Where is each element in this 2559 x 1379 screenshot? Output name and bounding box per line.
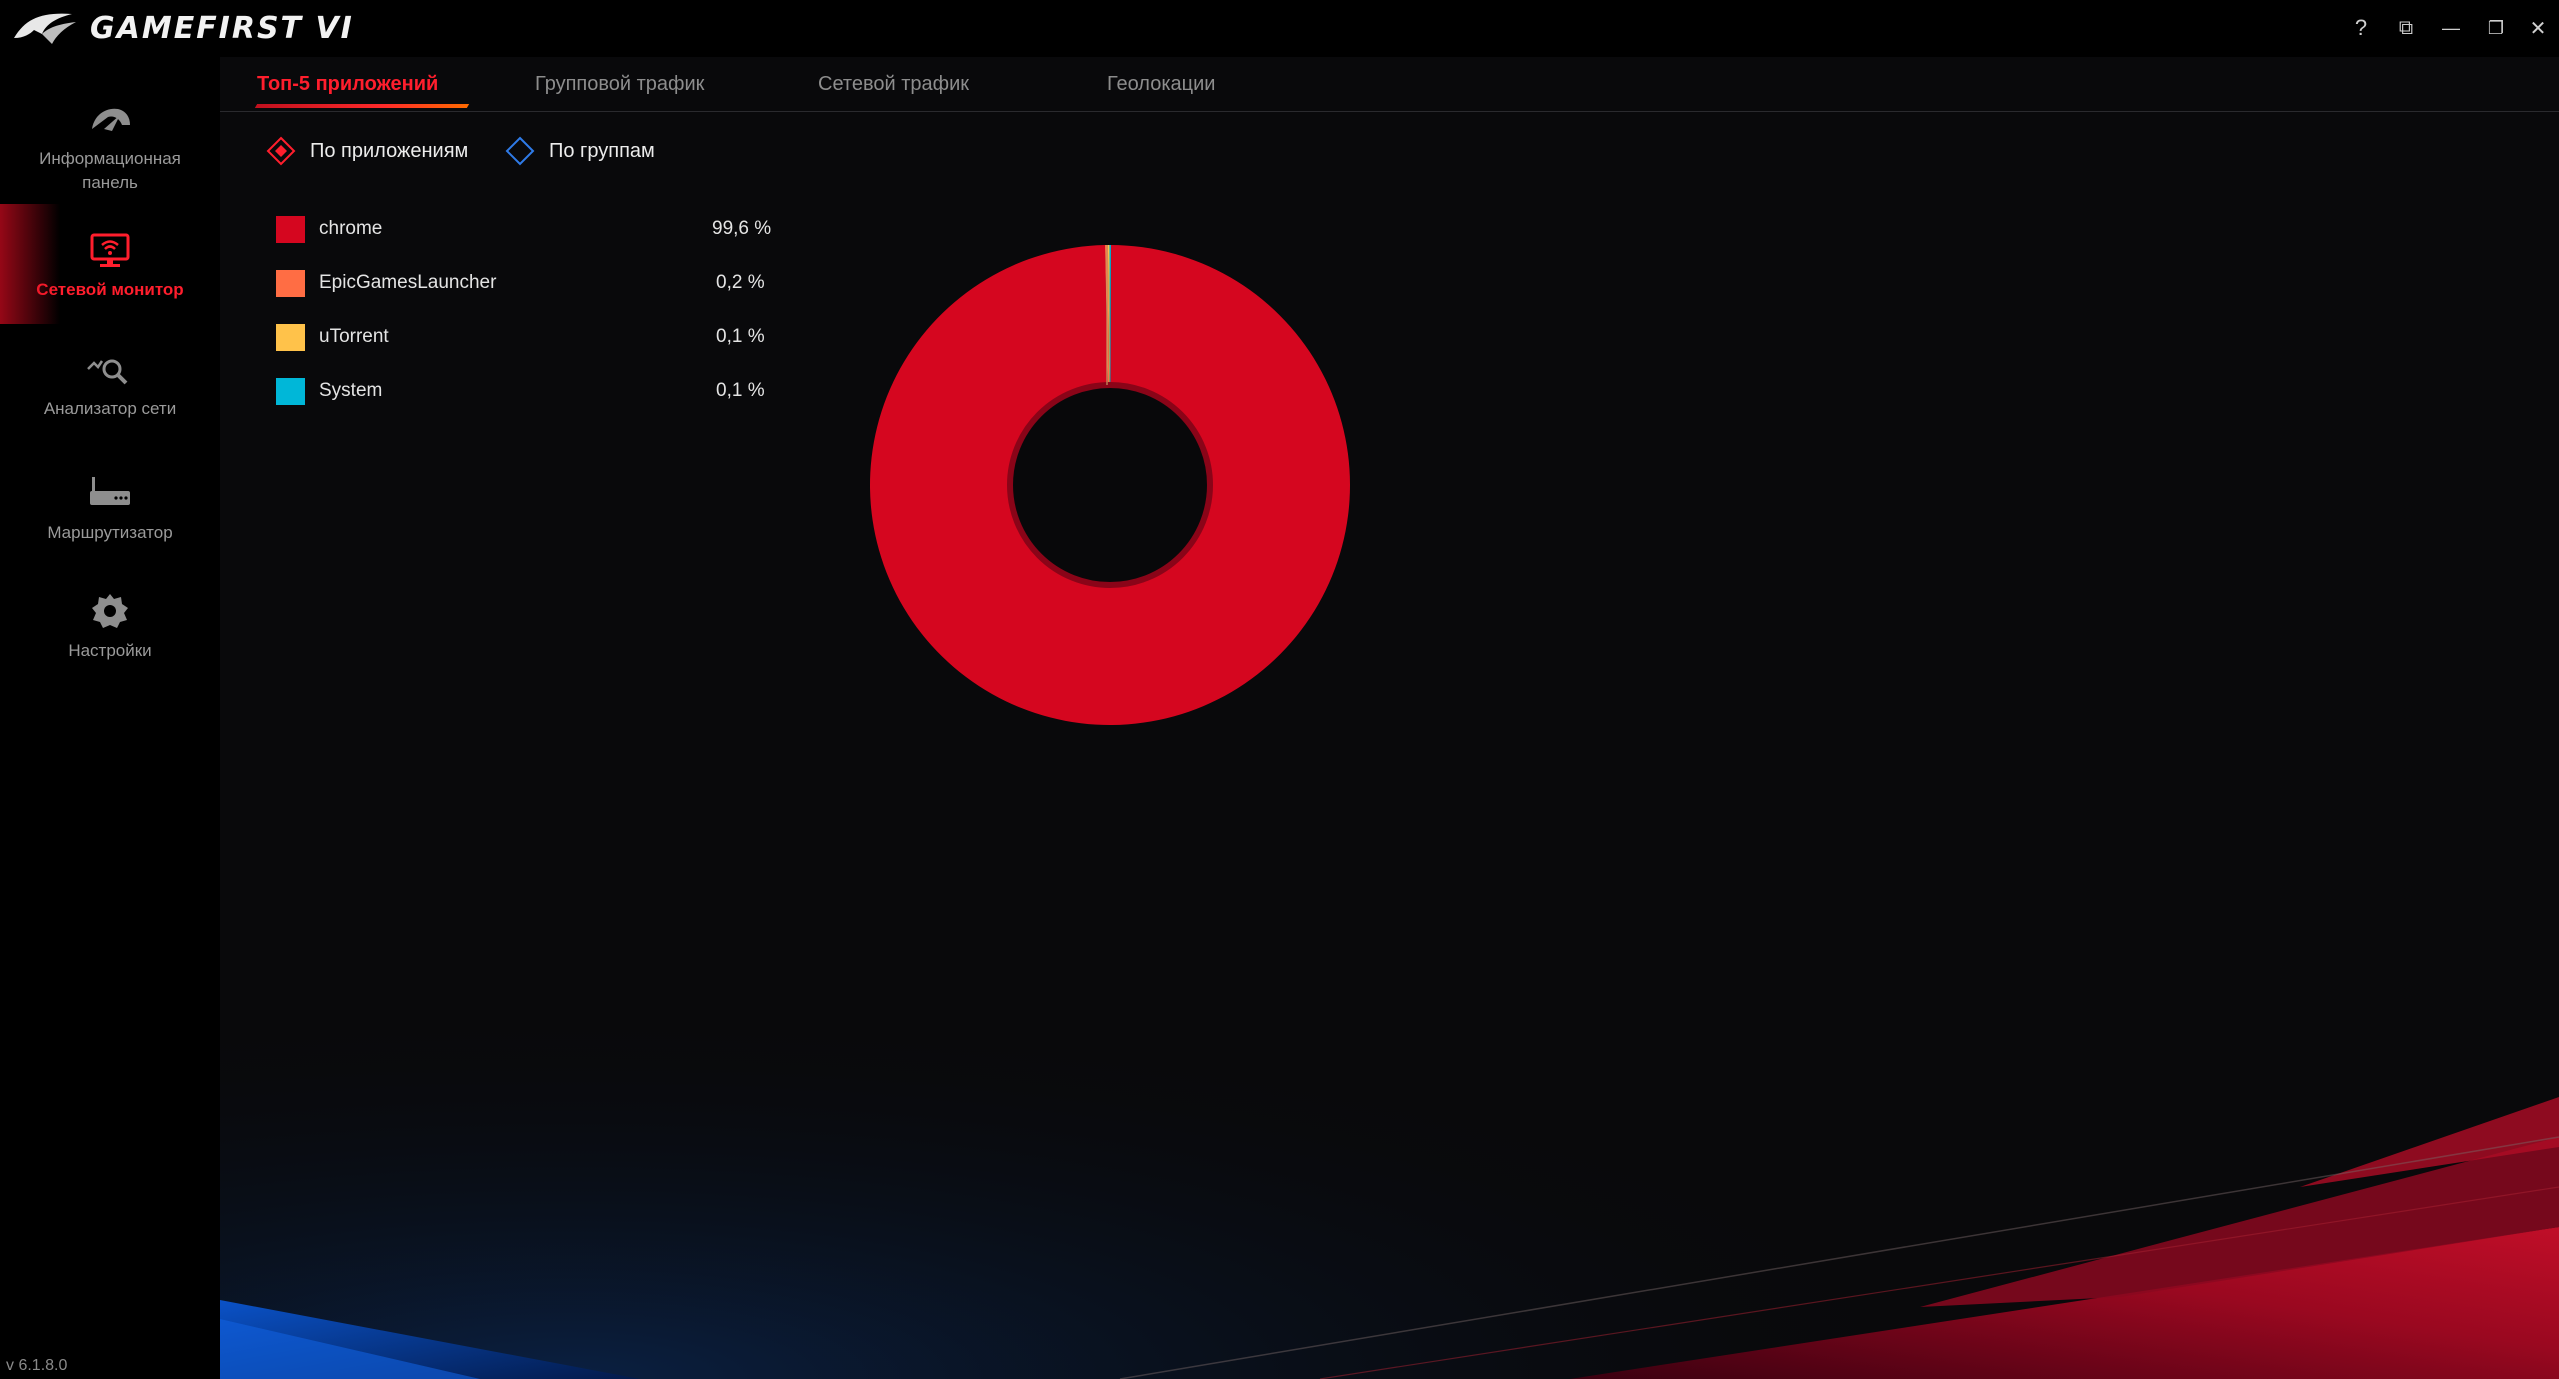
legend-item-epicgameslauncher: EpicGamesLauncher 0,2 %	[276, 268, 765, 298]
legend-swatch	[276, 269, 305, 297]
donut-hole	[1007, 382, 1213, 588]
legend-item-system: System 0,1 %	[276, 376, 765, 406]
sidebar-item-router[interactable]: Маршрутизатор	[0, 473, 220, 545]
diamond-radio-unselected-icon	[505, 136, 535, 166]
router-icon	[90, 477, 130, 505]
app-logo: GAMEFIRST VI	[12, 6, 354, 50]
legend-percent: 99,6 %	[712, 218, 772, 239]
tab-network-traffic[interactable]: Сетевой трафик	[818, 73, 969, 96]
version-label: v 6.1.8.0	[6, 1357, 68, 1374]
rog-logo-icon	[14, 13, 76, 44]
title-bar: GAMEFIRST VI ? ⧉ — ❐ ✕	[0, 0, 2559, 57]
app-title: GAMEFIRST VI	[90, 10, 354, 46]
legend-percent: 0,1 %	[716, 326, 765, 347]
display-mode-button[interactable]: ⧉	[2388, 10, 2424, 46]
restore-button[interactable]: ❐	[2478, 10, 2514, 46]
tab-group-traffic[interactable]: Групповой трафик	[535, 73, 704, 96]
sidebar-item-label: Маршрутизатор	[47, 523, 173, 542]
legend-app-name: System	[319, 380, 383, 401]
sidebar-item-label: Анализатор сети	[43, 399, 177, 418]
legend-swatch	[276, 377, 305, 405]
legend-app-name: chrome	[319, 218, 383, 239]
main-content: Топ-5 приложений Групповой трафик Сетево…	[220, 57, 2559, 1379]
close-button[interactable]: ✕	[2520, 10, 2556, 46]
speedometer-icon	[92, 108, 130, 131]
network-monitor-icon	[90, 233, 130, 267]
legend-percent: 0,2 %	[716, 272, 765, 293]
legend-swatch	[276, 215, 305, 243]
sidebar-item-network-monitor[interactable]: Сетевой монитор	[0, 204, 220, 324]
radio-label: По приложениям	[310, 139, 469, 162]
legend-app-name: EpicGamesLauncher	[319, 272, 497, 293]
sidebar-item-network-analyzer[interactable]: Анализатор сети	[0, 353, 220, 421]
active-tab-indicator	[254, 104, 470, 108]
traffic-donut-chart	[870, 245, 1350, 725]
sidebar: Информационная панель Сетевой монитор Ан…	[0, 57, 220, 1379]
legend-item-chrome: chrome 99,6 %	[276, 214, 771, 244]
network-analyzer-icon	[87, 359, 128, 385]
radio-by-groups[interactable]: По группам	[505, 136, 655, 166]
sidebar-item-settings[interactable]: Настройки	[0, 591, 220, 663]
legend-app-name: uTorrent	[319, 326, 389, 347]
radio-label: По группам	[549, 139, 655, 162]
diamond-radio-selected-icon	[266, 136, 296, 166]
legend-percent: 0,1 %	[716, 380, 765, 401]
sidebar-item-label: Сетевой монитор	[36, 280, 184, 299]
minimize-button[interactable]: —	[2433, 10, 2469, 46]
legend-item-utorrent: uTorrent 0,1 %	[276, 322, 765, 352]
gear-icon	[92, 594, 128, 628]
tab-top5-apps[interactable]: Топ-5 приложений	[257, 73, 438, 96]
background-decoration	[220, 757, 2559, 1379]
sidebar-item-label: Настройки	[68, 641, 152, 660]
sidebar-item-dashboard[interactable]: Информационная панель	[0, 99, 220, 195]
radio-by-applications[interactable]: По приложениям	[266, 136, 468, 166]
tab-bar: Топ-5 приложений Групповой трафик Сетево…	[220, 57, 2559, 112]
sidebar-item-label: Информационная панель	[39, 149, 181, 192]
legend-swatch	[276, 323, 305, 351]
help-button[interactable]: ?	[2343, 10, 2379, 46]
tab-geolocation[interactable]: Геолокации	[1107, 73, 1215, 96]
